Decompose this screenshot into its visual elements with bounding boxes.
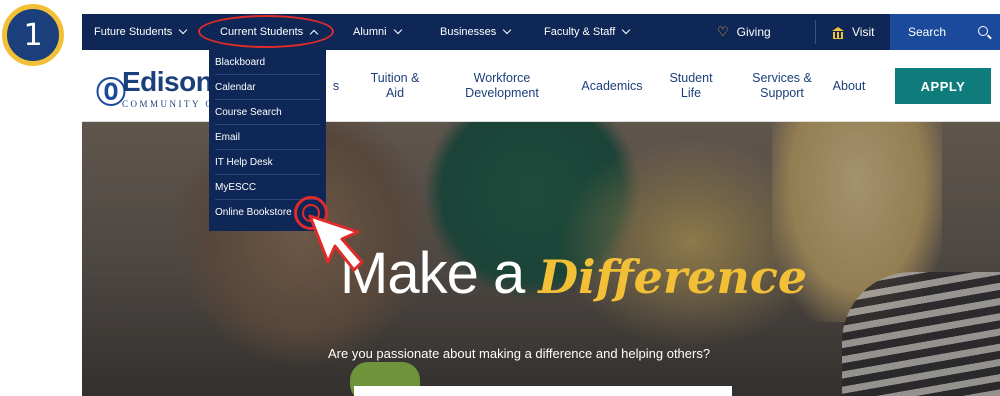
nav-faculty-staff-label: Faculty & Staff [544, 26, 616, 38]
dropdown-item-label: Email [215, 131, 241, 143]
nav-partial-item[interactable]: s [326, 50, 346, 122]
dropdown-item-label: MyESCC [215, 181, 257, 193]
utility-nav-bar: Future Students Current Students Alumni … [82, 14, 1000, 50]
dropdown-item-label: Course Search [215, 106, 282, 118]
logo-subtitle: COMMUNITY C [122, 99, 214, 109]
chevron-down-icon [179, 25, 188, 35]
giving-link[interactable]: ♡ Giving [717, 14, 771, 50]
chevron-down-icon [622, 25, 631, 35]
visit-label: Visit [852, 25, 875, 39]
nav-tuition-aid[interactable]: Tuition & Aid [348, 50, 442, 122]
chevron-down-icon [503, 25, 512, 35]
search-button[interactable]: Search [890, 14, 1000, 50]
nav-faculty-staff[interactable]: Faculty & Staff [544, 14, 631, 50]
apply-button[interactable]: APPLY [895, 68, 991, 104]
dropdown-item-myescc[interactable]: MyESCC [215, 175, 320, 200]
building-icon [832, 26, 844, 39]
dropdown-item-label: Blackboard [215, 56, 266, 68]
dropdown-item-label: Calendar [215, 81, 256, 93]
nav-workforce-development[interactable]: Workforce Development [442, 50, 562, 122]
nav-future-students[interactable]: Future Students [94, 14, 188, 50]
dropdown-item-online-bookstore[interactable]: Online Bookstore [215, 200, 320, 225]
nav-about-label: About [832, 78, 866, 93]
nav-academics-label: Academics [581, 78, 643, 93]
nav-partial-label: s [332, 78, 340, 93]
step-number: 1 [23, 17, 43, 53]
chevron-up-icon [309, 29, 319, 38]
hero-subtitle: Are you passionate about making a differ… [328, 346, 711, 361]
college-logo[interactable]: 🄋 EdisonSt COMMUNITY C [96, 66, 240, 110]
chevron-down-icon [393, 25, 402, 35]
current-students-dropdown: Blackboard Calendar Course Search Email … [209, 50, 326, 231]
nav-tuition-aid-label: Tuition & Aid [370, 71, 420, 100]
apply-label: APPLY [920, 78, 966, 94]
nav-current-students[interactable]: Current Students [220, 14, 319, 50]
nav-future-students-label: Future Students [94, 26, 173, 38]
hero-title-plain: Make a [340, 241, 525, 306]
dropdown-item-label: IT Help Desk [215, 156, 273, 168]
nav-student-life-label: Student Life [669, 71, 713, 100]
nav-businesses[interactable]: Businesses [440, 14, 512, 50]
heart-icon: ♡ [717, 24, 729, 39]
nav-current-students-label: Current Students [220, 26, 304, 38]
nav-alumni[interactable]: Alumni [353, 14, 402, 50]
giving-label: Giving [736, 25, 771, 39]
nav-workforce-development-label: Workforce Development [465, 71, 539, 100]
hero-cta-panel[interactable] [354, 386, 732, 396]
visit-link[interactable]: Visit [832, 14, 874, 50]
search-label: Search [908, 25, 947, 39]
dropdown-item-email[interactable]: Email [215, 125, 320, 150]
step-number-badge: 1 [2, 4, 64, 66]
search-icon [978, 26, 988, 36]
hero-title-script: Difference [538, 250, 808, 304]
nav-about[interactable]: About [814, 50, 884, 122]
hero-title: Make a Difference [340, 240, 807, 307]
dropdown-item-course-search[interactable]: Course Search [215, 100, 320, 125]
dropdown-item-it-help-desk[interactable]: IT Help Desk [215, 150, 320, 175]
dropdown-item-calendar[interactable]: Calendar [215, 75, 320, 100]
dropdown-item-label: Online Bookstore [215, 207, 292, 218]
nav-businesses-label: Businesses [440, 26, 497, 38]
nav-divider [815, 20, 816, 44]
dropdown-item-blackboard[interactable]: Blackboard [215, 50, 320, 75]
nav-services-support-label: Services & Support [752, 71, 812, 100]
nav-alumni-label: Alumni [353, 26, 387, 38]
